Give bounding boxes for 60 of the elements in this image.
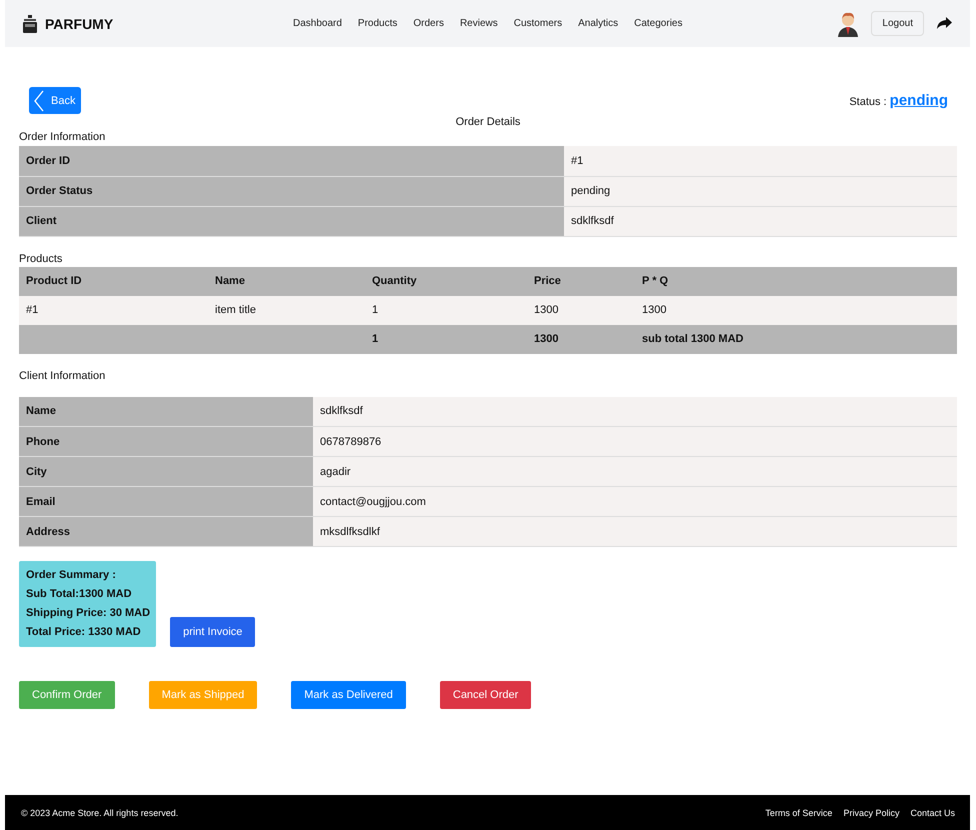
column-header: Price — [527, 266, 635, 296]
copyright-text: © 2023 Acme Store. All rights reserved. — [21, 808, 178, 818]
column-header: Quantity — [365, 266, 527, 296]
logout-button[interactable]: Logout — [871, 11, 924, 36]
chevron-left-icon — [33, 90, 45, 112]
summary-line: Sub Total:1300 MAD — [26, 587, 133, 601]
nav-link[interactable]: Products — [358, 18, 398, 29]
footer-link[interactable]: Terms of Service — [765, 808, 832, 818]
table-cell: sdklfksdf — [564, 206, 957, 236]
table-cell: Order Status — [19, 176, 564, 206]
table-cell: #1 — [564, 146, 957, 176]
column-header: Product ID — [19, 266, 208, 296]
total-cell: 1 — [365, 324, 527, 354]
status-label: Status : pending — [849, 92, 948, 109]
avatar — [837, 10, 860, 36]
nav-link[interactable]: Analytics — [578, 18, 618, 29]
share-icon[interactable] — [936, 17, 952, 30]
nav-link[interactable]: Categories — [634, 18, 682, 29]
summary-line: Shipping Price: 30 MAD — [26, 606, 150, 620]
action-button[interactable]: Cancel Order — [440, 681, 532, 709]
nav-link[interactable]: Reviews — [460, 18, 498, 29]
page-title: Order Details — [454, 116, 522, 128]
summary-line: Order Summary : — [26, 568, 117, 582]
total-cell: sub total 1300 MAD — [635, 324, 957, 354]
table-cell: Order ID — [19, 146, 564, 176]
table-cell: 0678789876 — [313, 426, 957, 456]
table-cell: Phone — [19, 426, 313, 456]
table-cell: 1 — [365, 296, 527, 324]
section-heading: Client Information — [19, 370, 106, 382]
table-cell: Email — [19, 486, 313, 516]
table-cell: Client — [19, 206, 564, 236]
footer-link[interactable]: Privacy Policy — [843, 808, 900, 818]
table-cell: 1300 — [635, 296, 957, 324]
back-button[interactable]: Back — [29, 87, 82, 114]
column-header: Name — [208, 266, 365, 296]
total-cell: 1300 — [527, 324, 635, 354]
print-invoice-button[interactable]: print Invoice — [170, 617, 256, 647]
section-heading: Products — [19, 252, 64, 264]
nav-link[interactable]: Customers — [514, 18, 562, 29]
column-header: P * Q — [635, 266, 957, 296]
table-cell: pending — [564, 176, 957, 206]
summary-line: Total Price: 1330 MAD — [26, 625, 142, 639]
nav-link[interactable]: Orders — [413, 18, 444, 29]
table-cell: agadir — [313, 456, 957, 486]
brand-name[interactable]: PARFUMY — [45, 16, 114, 32]
nav-link[interactable]: Dashboard — [293, 18, 342, 29]
status-link[interactable]: pending — [890, 92, 948, 109]
table-cell: mksdlfksdlkf — [313, 516, 957, 546]
table-cell: #1 — [19, 296, 208, 324]
perfume-bottle-icon — [23, 14, 37, 32]
table-cell: Name — [19, 396, 313, 426]
table-cell: contact@ougjjou.com — [313, 486, 957, 516]
table-cell: City — [19, 456, 313, 486]
table-cell: Address — [19, 516, 313, 546]
action-button[interactable]: Mark as Delivered — [291, 681, 406, 709]
table-cell: sdklfksdf — [313, 396, 957, 426]
table-cell: item title — [208, 296, 365, 324]
section-heading: Order Information — [19, 131, 106, 143]
table-cell: 1300 — [527, 296, 635, 324]
footer-link[interactable]: Contact Us — [910, 808, 955, 818]
